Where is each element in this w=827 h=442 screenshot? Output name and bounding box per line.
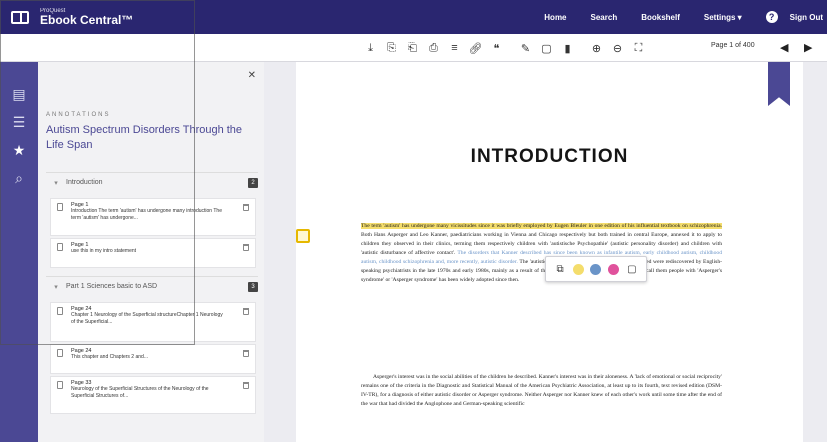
note-marker-icon[interactable] [296, 229, 310, 243]
zoom-out-icon[interactable]: ⊖ [607, 34, 628, 62]
chapter-title: INTRODUCTION [470, 146, 629, 167]
fit-page-icon[interactable]: ⛶ [628, 34, 649, 62]
section-count: 3 [248, 281, 258, 292]
brand[interactable]: ProQuest Ebook Central™ [40, 8, 133, 26]
copy-icon[interactable]: ⧉ [553, 262, 567, 276]
contents-icon[interactable]: ▤ [0, 80, 38, 108]
brand-small: ProQuest [40, 8, 66, 14]
body-paragraph[interactable]: The term 'autism' has undergone many vic… [361, 222, 722, 285]
pdf-chapter-icon[interactable]: ⎘ [381, 34, 402, 62]
nav-search[interactable]: Search [579, 13, 630, 22]
share-icon[interactable]: ≡ [444, 34, 465, 62]
app-logo-icon[interactable] [0, 0, 40, 34]
cite-icon[interactable]: ❝ [486, 34, 507, 62]
annotation-item[interactable]: Page 24 Chapter 1 Neurology of the Super… [50, 302, 256, 342]
highlight-popover: ⧉ ▢ [545, 256, 647, 282]
note-text: Neurology of the Superficial Structures … [71, 386, 209, 399]
highlight-note-icon [57, 203, 63, 211]
list-icon[interactable]: ☰ [0, 108, 38, 136]
top-navigation-bar: ProQuest Ebook Central™ Home Search Book… [0, 0, 827, 34]
highlight-note-icon [57, 307, 63, 315]
next-page-button[interactable]: ▶ [804, 41, 812, 54]
tool-group: ⤓ ⎘ ⎗ ⎙ ≡ 🔗︎ ❝ ✎ ▢ ▮ ⊕ ⊖ ⛶ [360, 34, 649, 62]
note-text: Introduction The term 'autism' has under… [71, 208, 222, 221]
print-icon[interactable]: ⎙ [423, 34, 444, 62]
trash-icon[interactable] [243, 308, 249, 315]
search-icon[interactable]: ⌕ [0, 164, 38, 192]
body-paragraph[interactable]: Asperger's interest was in the social ab… [361, 373, 722, 409]
chevron-down-icon: ▾ [54, 179, 58, 187]
trash-icon[interactable] [243, 204, 249, 211]
reader-gutter-left [264, 62, 296, 442]
trash-icon[interactable] [243, 382, 249, 389]
trash-icon[interactable] [243, 350, 249, 357]
annotation-item[interactable]: Page 24 This chapter and Chapters 2 and.… [50, 344, 256, 374]
section-label: Introduction [66, 179, 103, 186]
highlight-note-icon [57, 381, 63, 389]
reader-gutter-right [803, 62, 827, 442]
note-text: Chapter 1 Neurology of the Superficial s… [71, 312, 223, 325]
annotation-item[interactable]: Page 33 Neurology of the Superficial Str… [50, 376, 256, 414]
yellow-highlight[interactable]: The term 'autism' has undergone many vic… [361, 223, 722, 229]
nav-settings[interactable]: Settings ▾ [692, 13, 754, 22]
help-icon[interactable]: ? [765, 11, 778, 23]
section-label: Part 1 Sciences basic to ASD [66, 283, 158, 290]
brand-title: Ebook Central™ [40, 13, 134, 27]
book-title[interactable]: Autism Spectrum Disorders Through the Li… [46, 123, 258, 153]
annotation-item[interactable]: Page 1 use this in my intro statement [50, 238, 256, 268]
left-rail: ▤ ☰ ★ ⌕ [0, 62, 38, 442]
section-part-1[interactable]: ▾ Part 1 Sciences basic to ASD 3 [46, 276, 258, 296]
note-text: This chapter and Chapters 2 and... [71, 354, 148, 360]
paragraph-text: Asperger's interest was in the social ab… [361, 374, 722, 407]
blue-highlight-swatch[interactable] [590, 263, 602, 275]
section-count: 2 [248, 177, 258, 188]
pdf-page-icon[interactable]: ⎗ [402, 34, 423, 62]
section-introduction[interactable]: ▾ Introduction 2 [46, 172, 258, 192]
annotations-panel: ✕ ANNOTATIONS Autism Spectrum Disorders … [38, 62, 264, 442]
trash-icon[interactable] [243, 244, 249, 251]
page-indicator[interactable]: Page 1 of 400 [711, 42, 755, 49]
highlight-note-icon [57, 349, 63, 357]
note-icon[interactable]: ▢ [536, 34, 557, 62]
note-text: use this in my intro statement [71, 248, 137, 254]
add-note-icon[interactable]: ▢ [625, 262, 639, 276]
top-nav: Home Search Bookshelf Settings ▾ ? Sign … [532, 11, 827, 23]
annotation-item[interactable]: Page 1 Introduction The term 'autism' ha… [50, 198, 256, 236]
chevron-down-icon: ▾ [54, 283, 58, 291]
sign-out-link[interactable]: Sign Out [790, 13, 827, 22]
download-icon[interactable]: ⤓ [360, 34, 381, 62]
annotations-star-icon[interactable]: ★ [0, 136, 38, 164]
panel-heading: ANNOTATIONS [46, 112, 111, 118]
link-icon[interactable]: 🔗︎ [465, 34, 486, 62]
highlight-icon[interactable]: ✎ [515, 34, 536, 62]
reader-toolbar: ⤓ ⎘ ⎗ ⎙ ≡ 🔗︎ ❝ ✎ ▢ ▮ ⊕ ⊖ ⛶ Page 1 of 400… [0, 34, 827, 62]
bookmark-icon[interactable]: ▮ [557, 34, 578, 62]
note-icon [57, 243, 63, 251]
previous-page-button[interactable]: ◀ [780, 41, 788, 54]
nav-bookshelf[interactable]: Bookshelf [629, 13, 692, 22]
close-icon[interactable]: ✕ [248, 70, 256, 81]
yellow-highlight-swatch[interactable] [573, 263, 585, 275]
zoom-in-icon[interactable]: ⊕ [586, 34, 607, 62]
pink-highlight-swatch[interactable] [607, 263, 619, 275]
nav-home[interactable]: Home [532, 13, 578, 22]
